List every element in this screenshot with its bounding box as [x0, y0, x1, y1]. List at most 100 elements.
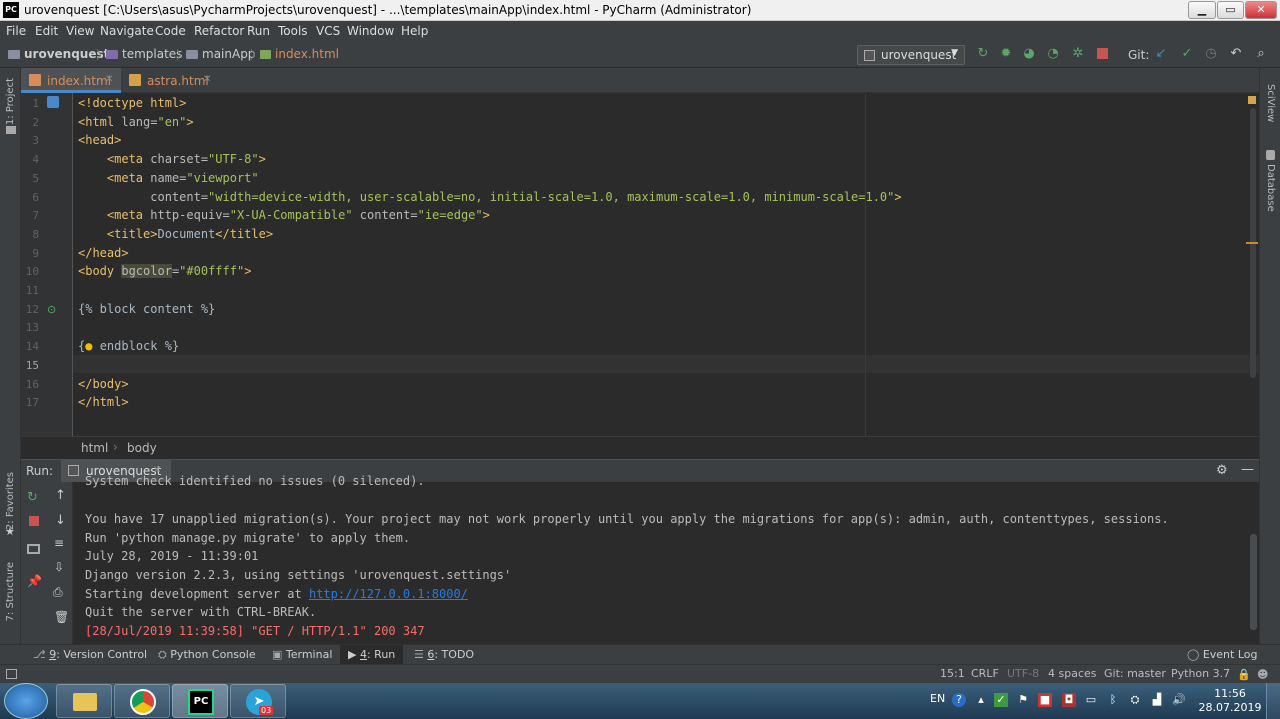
breadcrumb-file[interactable]: index.html: [260, 47, 339, 61]
layout-icon[interactable]: [27, 544, 40, 554]
server-url-link[interactable]: http://127.0.0.1:8000/: [309, 587, 468, 601]
show-desktop-button[interactable]: [1266, 683, 1280, 719]
console-scrollbar[interactable]: [1250, 534, 1257, 630]
line-number: 12: [25, 303, 39, 316]
menu-window[interactable]: Window: [347, 24, 394, 38]
arrow-up-icon[interactable]: ↑: [55, 488, 66, 503]
system-clock[interactable]: 11:56 28.07.2019: [1198, 687, 1262, 715]
stop-icon[interactable]: [1097, 48, 1108, 59]
network-tray-icon[interactable]: ▟: [1150, 693, 1164, 707]
print-icon[interactable]: ⎙: [53, 585, 63, 600]
code-editor[interactable]: 1 2 3 4 5 6 7 8 9 10 11 12 13 14 15 16 1…: [21, 93, 1259, 436]
minimize-button[interactable]: ▁: [1188, 1, 1216, 19]
app-tray-icon[interactable]: ◘: [1062, 693, 1076, 707]
structure-tool-tab[interactable]: 7: Structure: [5, 562, 16, 621]
telegram-badge: 03: [259, 706, 274, 715]
telegram-taskbar-button[interactable]: ➤ 03: [230, 684, 286, 718]
breadcrumb-templates[interactable]: templates: [106, 47, 182, 61]
tool-windows-icon[interactable]: [6, 669, 17, 679]
line-separator[interactable]: CRLF: [971, 667, 999, 680]
help-tray-icon[interactable]: ?: [952, 693, 966, 707]
tab-todo[interactable]: ☰ 6: TODO: [414, 648, 474, 661]
chrome-taskbar-button[interactable]: [114, 684, 170, 718]
arrow-up-tray-icon[interactable]: ▴: [974, 693, 988, 707]
caret-position[interactable]: 15:1: [940, 667, 965, 680]
menu-refactor[interactable]: Refactor: [194, 24, 244, 38]
browser-preview-icon[interactable]: [47, 96, 59, 108]
arrow-down-icon[interactable]: ↓: [55, 513, 66, 528]
run-console[interactable]: ↻ 📌 ↑ ↓ ≡ ⇩ ⎙ 🗑 System check identified …: [21, 474, 1259, 644]
bluetooth-tray-icon[interactable]: ᛒ: [1106, 693, 1120, 707]
tab-terminal[interactable]: ▣ Terminal: [272, 648, 332, 661]
rerun-icon[interactable]: ↻: [976, 47, 990, 61]
language-indicator[interactable]: EN: [930, 692, 945, 705]
app-tray-icon[interactable]: ✓: [994, 693, 1008, 707]
menu-edit[interactable]: Edit: [35, 24, 58, 38]
antivirus-tray-icon[interactable]: ■: [1038, 693, 1052, 707]
display-tray-icon[interactable]: ▭: [1084, 693, 1098, 707]
inspector-icon[interactable]: ☻: [1257, 668, 1268, 681]
close-tab-icon[interactable]: ✕: [105, 74, 113, 85]
breadcrumb-mainapp[interactable]: mainApp: [186, 47, 255, 61]
console-line: [28/Jul/2019 11:39:58] "GET / HTTP/1.1" …: [85, 624, 425, 638]
hide-panel-icon[interactable]: —: [1241, 462, 1254, 477]
current-line-highlight: [73, 355, 1259, 373]
undo-icon[interactable]: ↶: [1229, 47, 1243, 61]
database-tool-tab[interactable]: Database: [1265, 164, 1276, 212]
menu-code[interactable]: Code: [155, 24, 186, 38]
close-tab-icon[interactable]: ✕: [203, 74, 211, 85]
profile-icon[interactable]: ◔: [1046, 47, 1060, 61]
pycharm-taskbar-button[interactable]: PC: [172, 684, 228, 718]
menu-vcs[interactable]: VCS: [316, 24, 340, 38]
menu-file[interactable]: File: [6, 24, 26, 38]
tab-astra-html[interactable]: astra.html ✕: [121, 68, 217, 93]
explorer-taskbar-button[interactable]: [56, 684, 112, 718]
start-button[interactable]: [4, 683, 48, 719]
debug-icon[interactable]: ✹: [999, 47, 1013, 61]
favorites-tool-tab[interactable]: 2: Favorites: [5, 472, 16, 530]
code-line: <meta name="viewport": [78, 171, 259, 185]
git-commit-icon[interactable]: ✓: [1180, 47, 1194, 61]
maximize-button[interactable]: ▭: [1217, 1, 1244, 19]
scroll-to-end-icon[interactable]: ⇩: [54, 560, 64, 574]
inspection-status-icon[interactable]: [1248, 96, 1256, 104]
menu-navigate[interactable]: Navigate: [100, 24, 154, 38]
event-log-button[interactable]: ◯ Event Log: [1187, 648, 1257, 661]
sciview-tool-tab[interactable]: SciView: [1265, 84, 1276, 122]
volume-tray-icon[interactable]: 🔊: [1172, 693, 1186, 707]
menu-tools[interactable]: Tools: [278, 24, 308, 38]
concurrency-icon[interactable]: ✲: [1071, 47, 1085, 61]
app-tray-icon[interactable]: ⛭: [1128, 693, 1142, 707]
search-everywhere-icon[interactable]: ⌕: [1254, 47, 1268, 61]
tab-python-console[interactable]: ⛭ Python Console: [158, 648, 256, 662]
coverage-icon[interactable]: ◕: [1022, 47, 1036, 61]
project-tool-tab[interactable]: 1: Project: [5, 78, 16, 125]
indent-setting[interactable]: 4 spaces: [1048, 667, 1097, 680]
git-update-icon[interactable]: ↙: [1154, 47, 1168, 61]
warning-marker[interactable]: [1246, 242, 1258, 244]
close-window-button[interactable]: ✕: [1245, 1, 1277, 19]
stop-icon[interactable]: [29, 516, 39, 526]
python-interpreter[interactable]: Python 3.7: [1171, 667, 1230, 680]
breadcrumb-html[interactable]: html: [81, 441, 108, 455]
override-marker-icon[interactable]: ⊙: [47, 303, 56, 316]
file-encoding[interactable]: UTF-8: [1007, 667, 1039, 680]
breadcrumb-project[interactable]: urovenquest: [8, 47, 109, 61]
tab-index-html[interactable]: index.html ✕: [21, 68, 121, 93]
flag-tray-icon[interactable]: ⚑: [1016, 693, 1030, 707]
run-configuration-select[interactable]: urovenquest ▼: [857, 45, 965, 65]
rerun-icon[interactable]: ↻: [27, 490, 38, 505]
trash-icon[interactable]: 🗑: [54, 610, 69, 624]
lock-icon[interactable]: 🔒: [1237, 668, 1251, 681]
breadcrumb-body[interactable]: body: [127, 441, 157, 455]
menu-view[interactable]: View: [66, 24, 94, 38]
soft-wrap-icon[interactable]: ≡: [54, 536, 64, 550]
tab-run[interactable]: ▶ 4: Run: [340, 645, 404, 665]
tab-version-control[interactable]: ⎇ 9: Version Control: [33, 648, 147, 661]
pin-icon[interactable]: 📌: [27, 574, 42, 588]
gear-icon[interactable]: ⚙: [1216, 463, 1228, 478]
menu-help[interactable]: Help: [401, 24, 428, 38]
menu-run[interactable]: Run: [247, 24, 270, 38]
git-branch[interactable]: Git: master: [1104, 667, 1166, 680]
history-icon[interactable]: ◷: [1204, 47, 1218, 61]
